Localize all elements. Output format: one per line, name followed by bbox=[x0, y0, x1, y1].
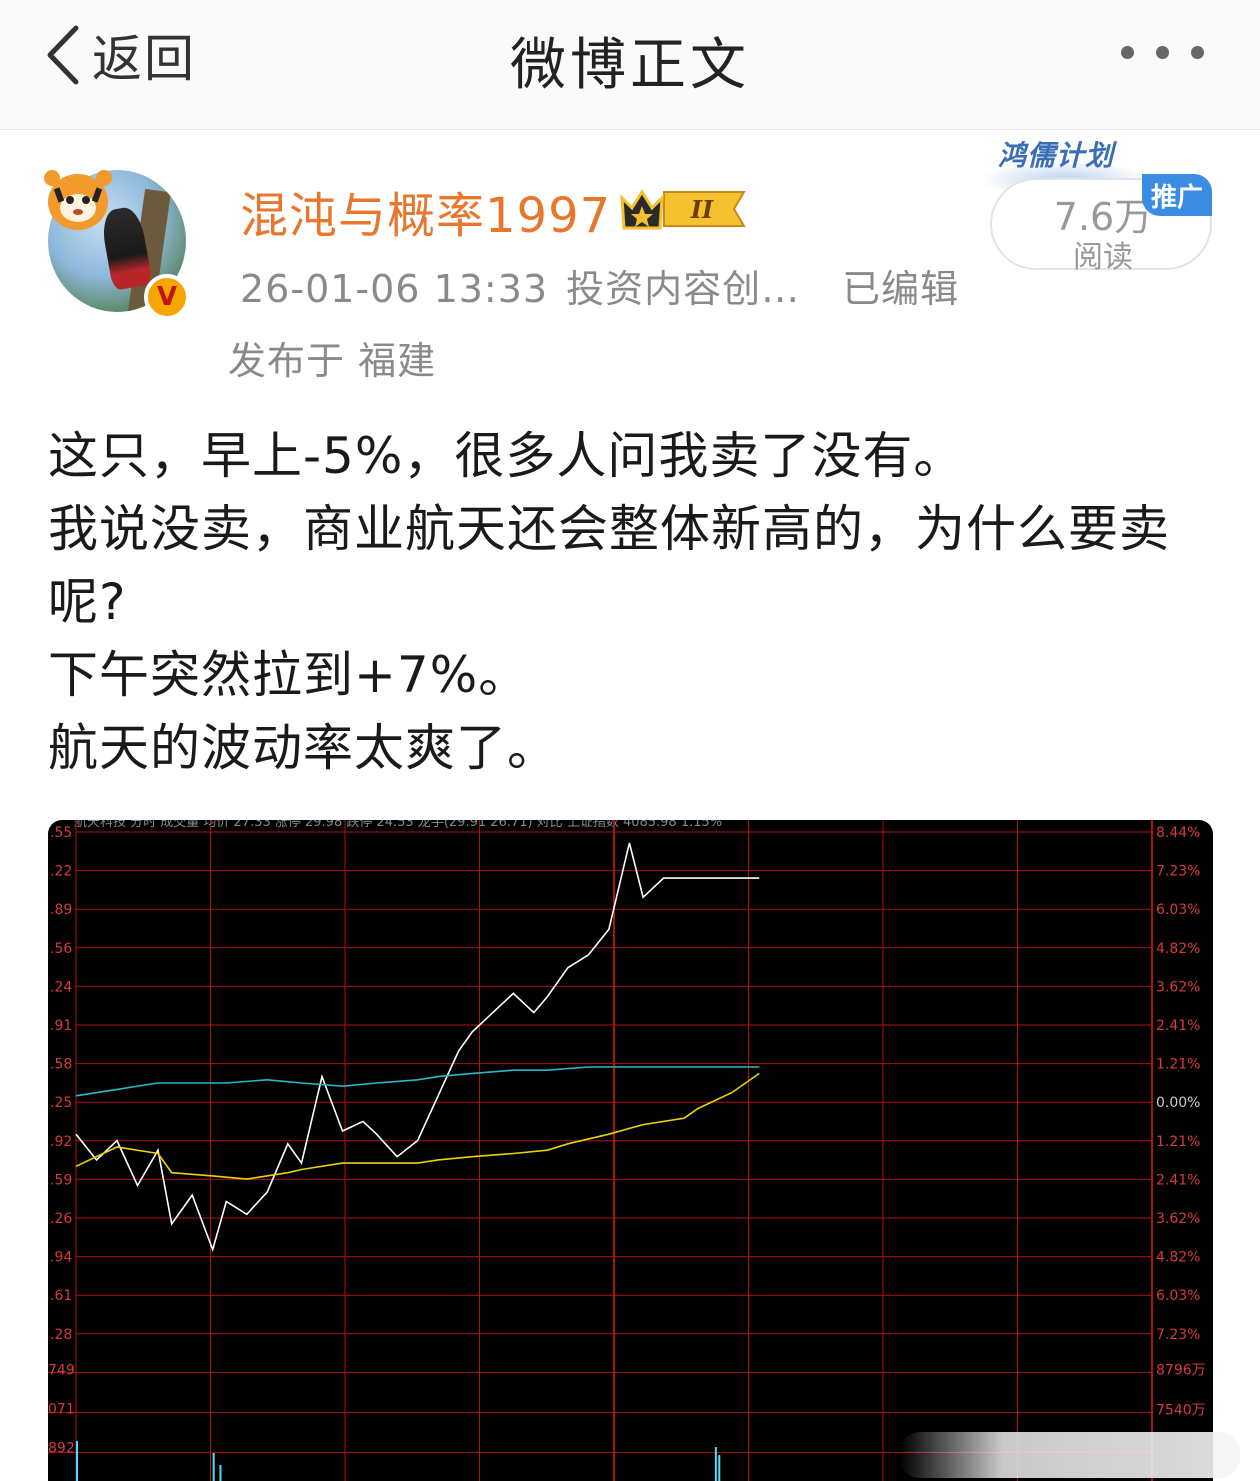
right-tick-label: 6.03% bbox=[1156, 1288, 1200, 1304]
post-text-line: 这只，早上-5%，很多人问我卖了没有。 bbox=[48, 427, 965, 485]
tiger-sticker-icon bbox=[44, 170, 112, 230]
left-tick-label: .28 bbox=[50, 1327, 72, 1343]
post-meta: 26-01-06 13:33 投资内容创… 已编辑 bbox=[240, 258, 959, 313]
right-tick-label: 8.44% bbox=[1156, 825, 1200, 841]
left-tick-label: .22 bbox=[50, 864, 72, 880]
volume-left-tick-label: 892 bbox=[48, 1440, 75, 1456]
ad-badge: 推广 bbox=[1142, 174, 1212, 216]
post-body: 这只，早上-5%，很多人问我卖了没有。 我说没卖，商业航天还会整体新高的，为什么… bbox=[48, 420, 1218, 785]
post-text-line: 我说没卖，商业航天还会整体新高的，为什么要卖呢? bbox=[48, 500, 1170, 631]
top-nav-bar: 返回 微博正文 bbox=[0, 0, 1260, 130]
read-label: 阅读 bbox=[1073, 240, 1133, 275]
post-timestamp: 26-01-06 13:33 bbox=[240, 267, 549, 311]
more-dots-icon bbox=[1156, 46, 1169, 59]
more-dots-icon bbox=[1191, 46, 1204, 59]
volume-right-tick-label: 7540万 bbox=[1156, 1402, 1206, 1418]
volume-left-tick-label: 749 bbox=[48, 1362, 75, 1378]
member-crown-badge-icon[interactable]: II bbox=[618, 184, 748, 234]
right-tick-label: 2.41% bbox=[1156, 1172, 1200, 1188]
volume-bar bbox=[219, 1465, 222, 1481]
stock-chart-image[interactable]: 航天科技 分时 成交量 均价 27.33 涨停 29.98 跌停 24.53 龙… bbox=[48, 820, 1213, 1481]
left-tick-label: .94 bbox=[50, 1250, 72, 1266]
right-tick-label: 1.21% bbox=[1156, 1134, 1200, 1150]
promo-plan-label: 鸿儒计划 bbox=[998, 139, 1115, 172]
series-line-avg bbox=[75, 1072, 760, 1180]
more-options-button[interactable] bbox=[1121, 46, 1204, 59]
verified-badge-icon: V bbox=[144, 274, 190, 320]
volume-bar bbox=[718, 1455, 721, 1481]
right-tick-label: 1.21% bbox=[1156, 1057, 1200, 1073]
intraday-chart: 航天科技 分时 成交量 均价 27.33 涨停 29.98 跌停 24.53 龙… bbox=[48, 820, 1206, 1481]
left-tick-label: .91 bbox=[50, 1018, 72, 1034]
author-name[interactable]: 混沌与概率1997 bbox=[240, 176, 611, 246]
series-line-price bbox=[75, 842, 760, 1253]
left-tick-label: .89 bbox=[50, 902, 72, 918]
watermark bbox=[900, 1432, 1240, 1478]
right-tick-label: 3.62% bbox=[1156, 979, 1200, 995]
chart-title: 航天科技 分时 成交量 均价 27.33 涨停 29.98 跌停 24.53 龙… bbox=[74, 820, 722, 830]
series-line-index bbox=[75, 1066, 760, 1097]
right-tick-label: 7.23% bbox=[1156, 1327, 1200, 1343]
volume-bar bbox=[714, 1447, 717, 1481]
right-tick-label: 2.41% bbox=[1156, 1018, 1200, 1034]
volume-right-tick-label: 8796万 bbox=[1156, 1362, 1206, 1378]
left-tick-label: .61 bbox=[50, 1288, 72, 1304]
post-source[interactable]: 投资内容创… bbox=[566, 267, 800, 311]
left-tick-label: .26 bbox=[50, 1211, 72, 1227]
right-tick-label: 7.23% bbox=[1156, 864, 1200, 880]
volume-bar bbox=[76, 1441, 78, 1481]
left-tick-label: .92 bbox=[50, 1134, 72, 1150]
left-tick-label: .58 bbox=[50, 1057, 72, 1073]
member-level: II bbox=[690, 195, 714, 224]
page-title: 微博正文 bbox=[510, 33, 750, 98]
left-tick-label: .59 bbox=[50, 1172, 72, 1188]
left-tick-label: .56 bbox=[50, 941, 72, 957]
right-tick-label: 0.00% bbox=[1156, 1095, 1200, 1111]
right-tick-label: 3.62% bbox=[1156, 1211, 1200, 1227]
post-text-line: 航天的波动率太爽了。 bbox=[48, 719, 558, 777]
left-tick-label: .25 bbox=[50, 1095, 72, 1111]
right-tick-label: 4.82% bbox=[1156, 941, 1200, 957]
volume-bar bbox=[212, 1453, 215, 1481]
volume-left-tick-label: 071 bbox=[48, 1401, 75, 1417]
left-tick-label: .55 bbox=[50, 825, 72, 841]
more-dots-icon bbox=[1121, 46, 1134, 59]
post-text-line: 下午突然拉到+7%。 bbox=[48, 646, 530, 704]
edited-label[interactable]: 已编辑 bbox=[842, 267, 959, 311]
left-tick-label: .24 bbox=[50, 979, 72, 995]
right-tick-label: 6.03% bbox=[1156, 902, 1200, 918]
post-location: 发布于 福建 bbox=[228, 339, 437, 383]
right-tick-label: 4.82% bbox=[1156, 1250, 1200, 1266]
